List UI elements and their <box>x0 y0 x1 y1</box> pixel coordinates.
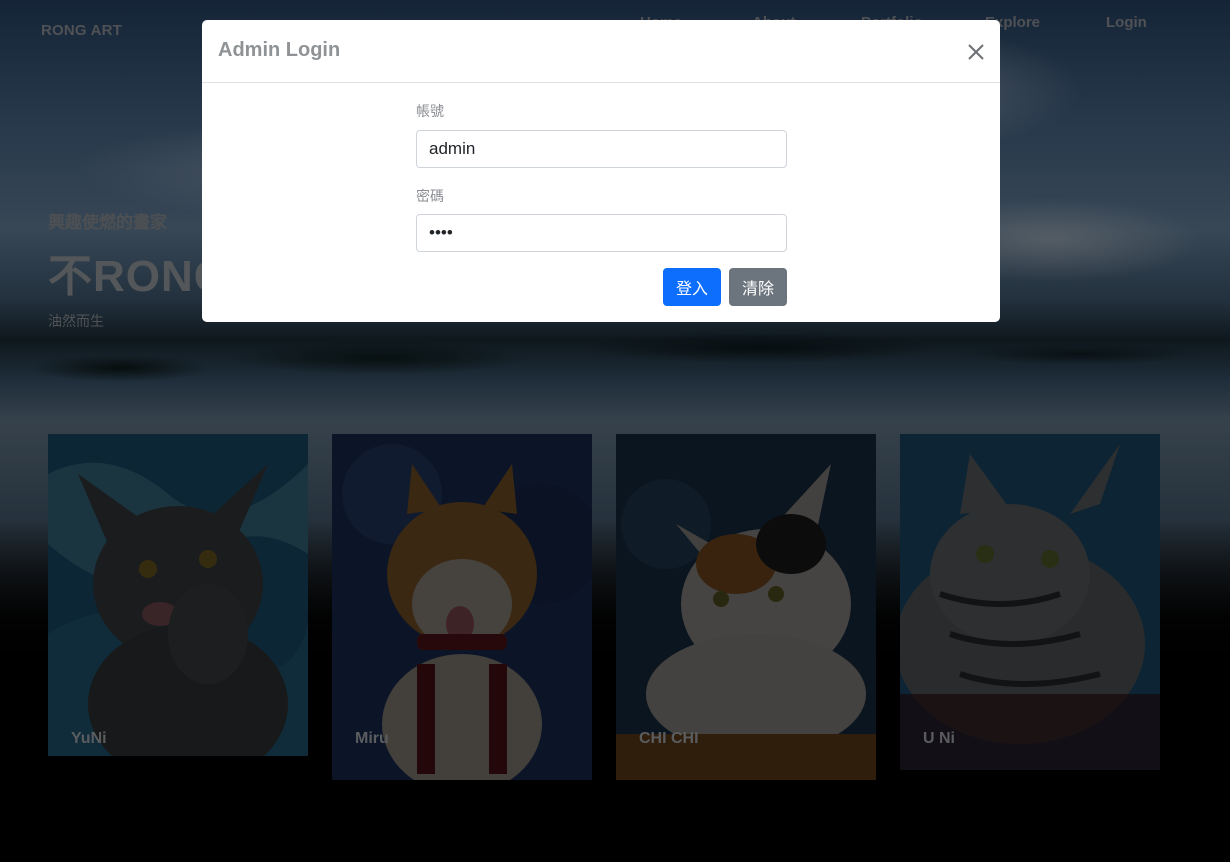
close-icon <box>968 44 984 60</box>
close-button[interactable] <box>962 38 990 66</box>
username-label: 帳號 <box>416 103 444 119</box>
clear-button[interactable]: 清除 <box>729 268 787 306</box>
username-input[interactable] <box>416 130 787 168</box>
modal-title: Admin Login <box>218 39 341 61</box>
login-button[interactable]: 登入 <box>663 268 721 306</box>
password-label: 密碼 <box>416 188 444 204</box>
modal-header: Admin Login <box>202 20 1000 83</box>
admin-login-modal: Admin Login 帳號 密碼 登入 清除 <box>202 20 1000 322</box>
password-input[interactable] <box>416 214 787 252</box>
